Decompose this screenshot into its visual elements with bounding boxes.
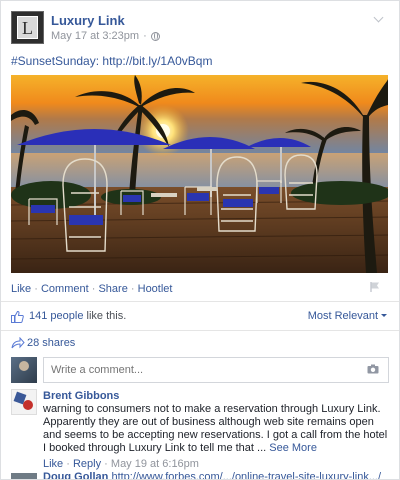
commenter-name[interactable]: Doug Gollan — [43, 471, 108, 479]
page-name-link[interactable]: Luxury Link — [51, 13, 125, 28]
likes-count-link[interactable]: 141 people — [29, 310, 83, 322]
divider — [1, 330, 399, 331]
divider — [1, 301, 399, 302]
comment-text-content: warning to consumers not to make a reser… — [43, 403, 388, 454]
caret-down-icon — [381, 314, 387, 317]
report-flag-icon[interactable] — [369, 281, 381, 293]
sort-comments-dropdown[interactable]: Most Relevant — [308, 310, 387, 322]
likes-text: 141 people like this. — [29, 310, 126, 322]
page-avatar[interactable]: L — [11, 11, 44, 44]
globe-icon — [150, 31, 160, 41]
likes-suffix: like this. — [83, 310, 127, 322]
comment-composer — [11, 357, 389, 383]
user-avatar — [11, 357, 37, 383]
thumbs-up-icon — [11, 310, 24, 323]
sunset-photo-image — [11, 75, 388, 273]
action-separator: · — [130, 283, 135, 295]
post-options-chevron-icon[interactable] — [371, 13, 387, 25]
post-timestamp[interactable]: May 17 at 3:23pm — [51, 30, 139, 42]
commenter-avatar[interactable] — [11, 473, 37, 479]
meta-separator: · — [104, 458, 108, 470]
action-separator: · — [91, 283, 96, 295]
comment-meta: Like · Reply · May 19 at 6:16pm — [43, 457, 389, 471]
comment-item: Doug Gollan http://www.forbes.com/.../on… — [11, 471, 389, 479]
logo-letter: L — [17, 16, 38, 39]
action-separator: · — [34, 283, 38, 295]
likes-summary: 141 people like this. Most Relevant — [11, 310, 391, 324]
comment-reply-link[interactable]: Reply — [73, 458, 101, 470]
hootlet-link[interactable]: Hootlet — [138, 283, 173, 295]
comment-input[interactable] — [43, 357, 389, 383]
comment-like-link[interactable]: Like — [43, 458, 63, 470]
comment-preview: Doug Gollan http://www.forbes.com/.../on… — [43, 471, 381, 479]
meta-separator: · — [143, 30, 147, 42]
commenter-avatar[interactable] — [11, 389, 37, 415]
comment-link-text[interactable]: http://www.forbes.com/.../online-travel-… — [111, 471, 381, 479]
shares-count: 28 shares — [27, 337, 76, 349]
like-link[interactable]: Like — [11, 283, 31, 295]
post-meta: May 17 at 3:23pm · — [51, 30, 160, 42]
post-header: L Luxury Link May 17 at 3:23pm · — [11, 11, 391, 47]
meta-separator: · — [66, 458, 70, 470]
post-text-link[interactable]: #SunsetSunday: http://bit.ly/1A0vBqm — [11, 54, 212, 68]
camera-icon[interactable] — [367, 364, 379, 374]
comment-link[interactable]: Comment — [41, 283, 89, 295]
comment-body: Brent Gibbons warning to consumers not t… — [43, 389, 389, 471]
comment-text: warning to consumers not to make a reser… — [43, 403, 389, 455]
post-photo[interactable] — [11, 75, 388, 273]
share-link[interactable]: Share — [98, 283, 127, 295]
post-action-bar: Like · Comment · Share · Hootlet — [11, 283, 172, 295]
post-card: L Luxury Link May 17 at 3:23pm · #Sunset… — [0, 0, 400, 480]
comment-timestamp[interactable]: May 19 at 6:16pm — [111, 458, 199, 470]
share-arrow-icon — [11, 337, 25, 349]
see-more-link[interactable]: See More — [269, 442, 317, 454]
commenter-name[interactable]: Brent Gibbons — [43, 389, 389, 403]
sort-label: Most Relevant — [307, 310, 378, 322]
